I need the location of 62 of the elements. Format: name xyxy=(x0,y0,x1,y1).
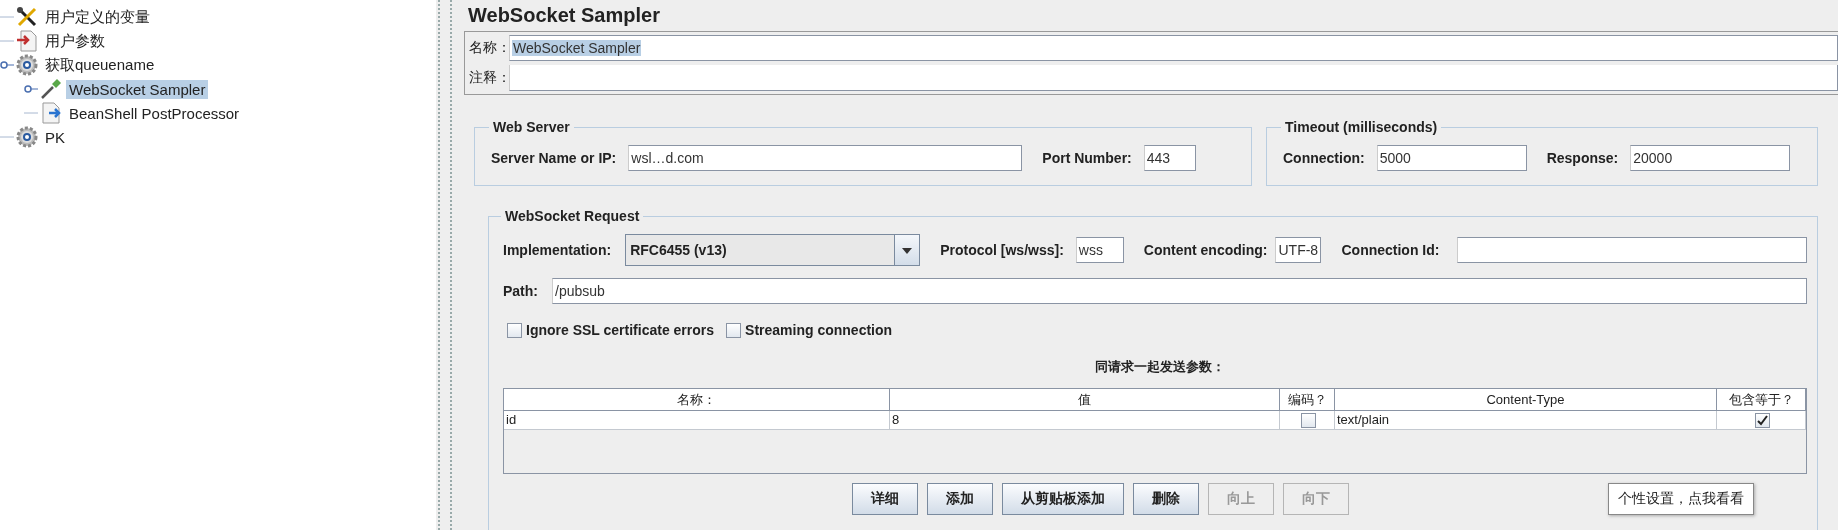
comment-field[interactable] xyxy=(509,65,1838,91)
connection-id-field[interactable] xyxy=(1457,237,1807,263)
port-field[interactable]: 443 xyxy=(1143,145,1196,171)
group-title: Timeout (milliseconds) xyxy=(1284,119,1439,135)
checkbox[interactable] xyxy=(507,322,522,338)
field-label: Connection Id: xyxy=(1341,242,1440,258)
pipette-icon xyxy=(40,78,62,100)
column-header: Content-Type xyxy=(1335,389,1717,411)
tree-handle-icon[interactable] xyxy=(0,60,14,70)
tree-item[interactable]: PK xyxy=(42,127,68,147)
tree-item[interactable]: BeanShell PostProcessor xyxy=(66,103,243,123)
tooltip: 个性设置，点我看看 xyxy=(1608,483,1754,515)
field-label: Content encoding: xyxy=(1143,242,1268,258)
implementation-dropdown[interactable]: RFC6455 (v13) xyxy=(625,234,921,266)
field-label: Path: xyxy=(503,283,538,299)
splitter-handle[interactable] xyxy=(438,0,452,530)
action-button[interactable]: 详细 xyxy=(851,483,918,515)
encoding-field[interactable]: UTF-8 xyxy=(1275,237,1322,263)
checkbox[interactable] xyxy=(1754,412,1770,428)
column-header: 编码？ xyxy=(1280,389,1335,411)
name-field[interactable]: WebSocket Sampler xyxy=(509,35,1838,61)
column-header: 值 xyxy=(890,389,1280,411)
table-cell: text/plain xyxy=(1335,411,1717,430)
tree-item[interactable]: 获取queuename xyxy=(42,54,158,76)
action-button[interactable]: 添加 xyxy=(926,483,993,515)
checkbox-label: Ignore SSL certificate errors xyxy=(526,322,715,338)
field-label: Protocol [ws/wss]: xyxy=(940,242,1064,258)
group-title: WebSocket Request xyxy=(504,208,641,224)
column-header: 包含等于？ xyxy=(1717,389,1806,411)
comment-label: 注释： xyxy=(469,69,509,87)
checkbox-label: Streaming connection xyxy=(745,322,893,338)
field-label: Response: xyxy=(1546,150,1619,166)
tree-item[interactable]: 用户定义的变量 xyxy=(42,6,153,28)
document-arrow-icon xyxy=(16,30,38,52)
document-arrow-icon xyxy=(40,102,62,124)
tree-handle-icon[interactable] xyxy=(24,84,38,94)
action-button[interactable]: 从剪贴板添加 xyxy=(1001,483,1124,515)
table-cell: id xyxy=(504,411,890,430)
response-field[interactable]: 20000 xyxy=(1630,145,1791,171)
tools-icon xyxy=(16,6,38,28)
tree-item[interactable]: 用户参数 xyxy=(42,30,108,52)
path-field[interactable]: /pubsub xyxy=(552,278,1807,304)
caret-icon xyxy=(895,235,920,265)
field-label: Implementation: xyxy=(503,242,612,258)
server-field[interactable]: wsl…d.com xyxy=(628,145,1023,171)
panel-title: WebSocket Sampler xyxy=(467,3,661,28)
table-title: 同请求一起发送参数： xyxy=(1094,358,1226,376)
connection-field[interactable]: 5000 xyxy=(1376,145,1527,171)
field-label: Server Name or IP: xyxy=(491,150,617,166)
field-label: Connection: xyxy=(1283,150,1365,166)
action-button[interactable]: 删除 xyxy=(1132,483,1199,515)
checkbox[interactable] xyxy=(1300,412,1316,428)
field-label: Port Number: xyxy=(1042,150,1132,166)
table-cell: 8 xyxy=(890,411,1280,430)
tree-item[interactable]: WebSocket Sampler xyxy=(66,79,209,99)
name-label: 名称： xyxy=(469,39,509,57)
column-header: 名称： xyxy=(504,389,890,411)
gear-icon xyxy=(16,126,38,148)
checkbox[interactable] xyxy=(726,322,742,338)
gear-icon xyxy=(16,54,38,76)
protocol-field[interactable]: wss xyxy=(1075,237,1124,263)
group-title: Web Server xyxy=(492,119,571,135)
